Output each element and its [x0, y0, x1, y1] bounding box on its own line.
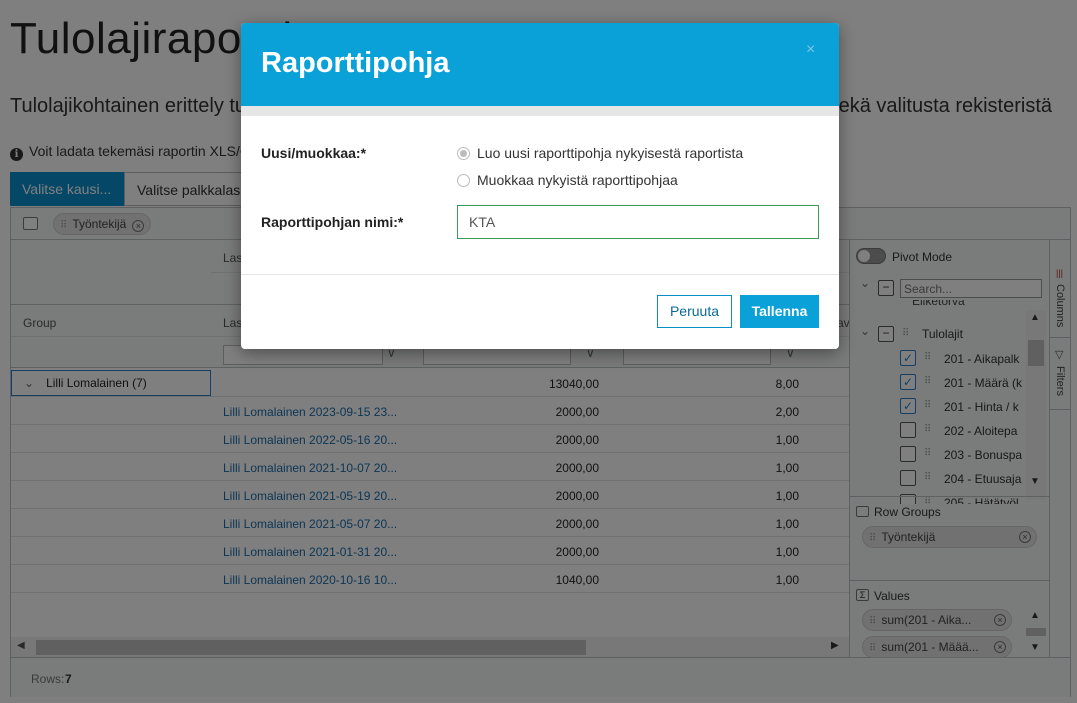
cancel-button[interactable]: Peruuta: [657, 295, 732, 328]
new-edit-label: Uusi/muokkaa:*: [261, 145, 367, 161]
radio-create-new-label[interactable]: Luo uusi raporttipohja nykyisestä raport…: [477, 145, 743, 161]
radio-create-new[interactable]: [457, 147, 470, 160]
radio-edit-existing-label[interactable]: Muokkaa nykyistä raporttipohjaa: [477, 172, 678, 188]
close-icon[interactable]: ×: [806, 41, 815, 59]
radio-edit-existing[interactable]: [457, 174, 470, 187]
report-template-dialog: Raporttipohja × Uusi/muokkaa:* Luo uusi …: [241, 23, 839, 349]
save-button[interactable]: Tallenna: [740, 295, 819, 328]
modal-title: Raporttipohja: [261, 47, 450, 79]
template-name-input[interactable]: KTA: [457, 205, 819, 239]
template-name-label: Raporttipohjan nimi:*: [261, 214, 404, 230]
